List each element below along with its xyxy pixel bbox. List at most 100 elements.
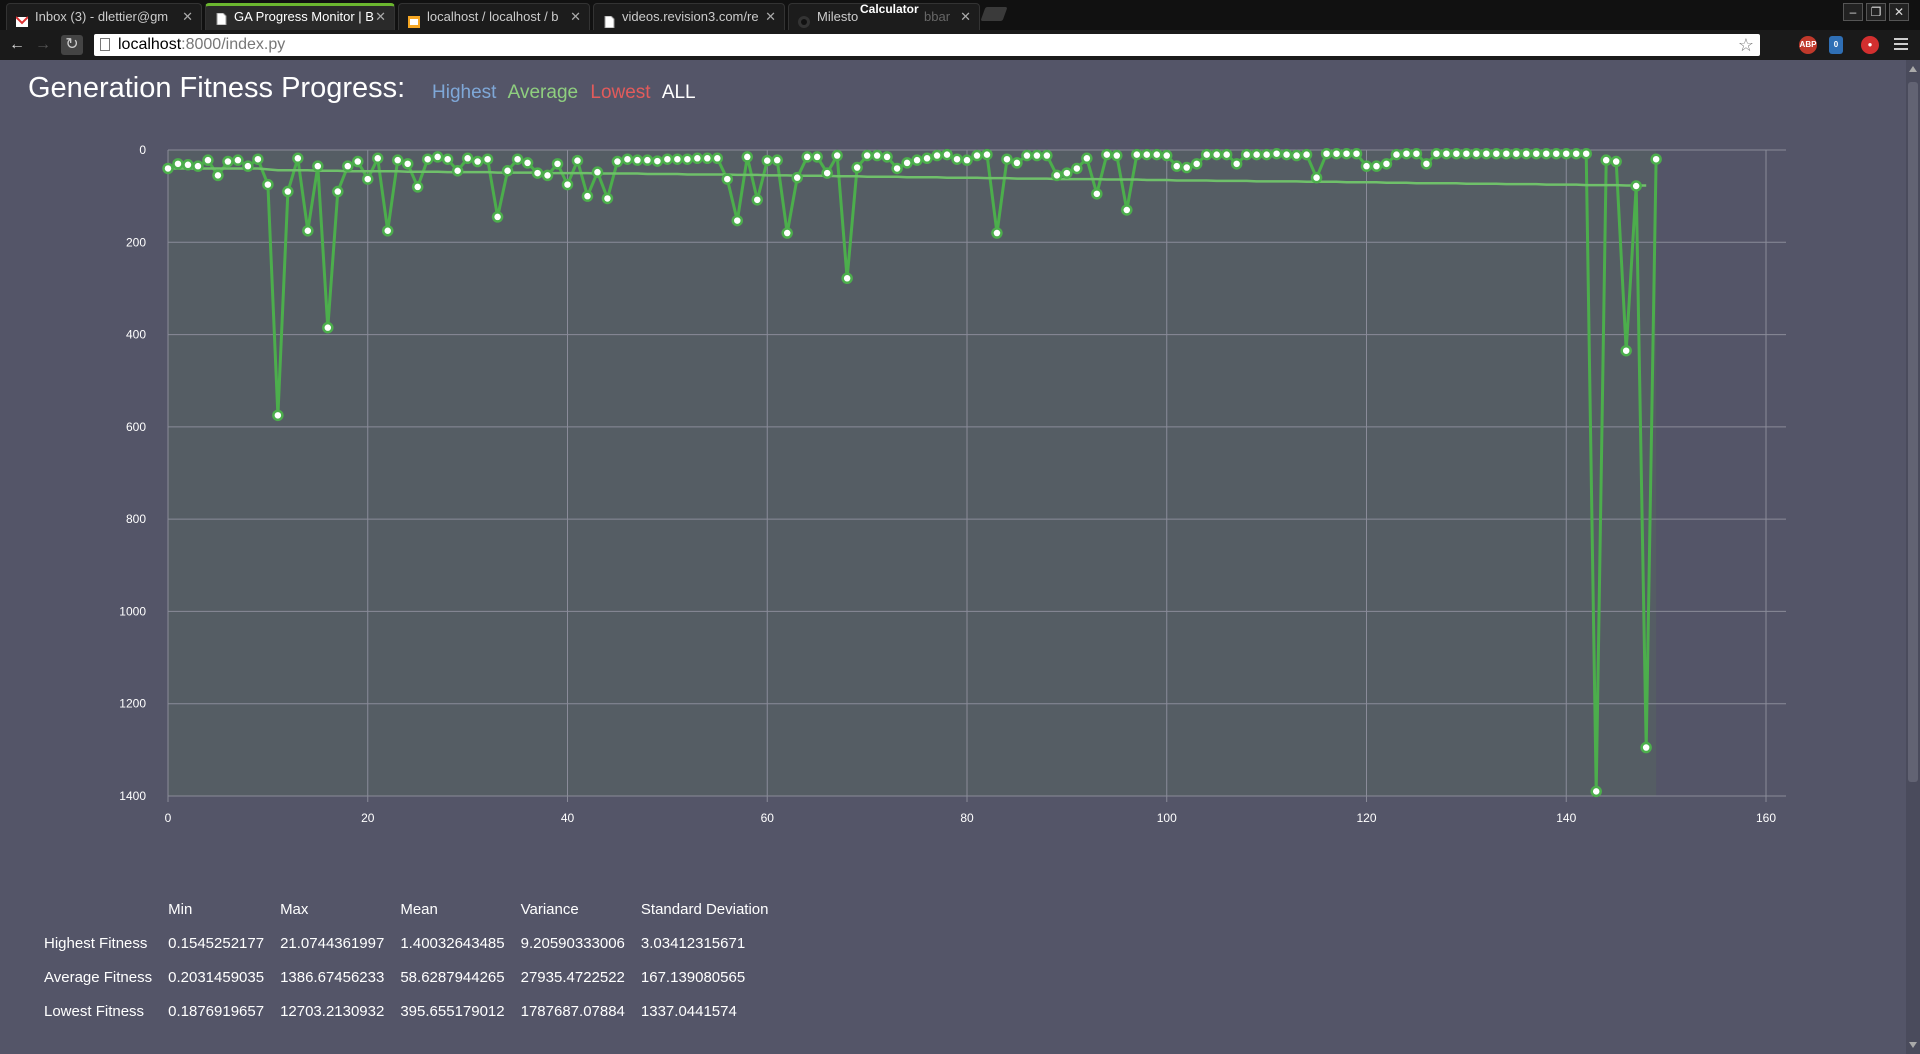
- data-point: [1081, 152, 1093, 165]
- y-tick-label: 600: [126, 420, 146, 434]
- close-icon[interactable]: ✕: [182, 4, 193, 30]
- menu-icon[interactable]: [1894, 36, 1908, 52]
- url-host: localhost: [118, 36, 182, 53]
- cell-std-dev: 1337.0441574: [640, 1002, 737, 1020]
- data-point: [741, 151, 754, 163]
- back-button[interactable]: ←: [6, 35, 28, 55]
- vertical-scrollbar[interactable]: [1906, 60, 1920, 1054]
- data-point: [871, 149, 883, 162]
- page-icon: [603, 11, 615, 29]
- data-point: [1620, 344, 1632, 357]
- data-point: [1320, 147, 1333, 160]
- data-point: [1061, 167, 1073, 179]
- data-point: [1001, 153, 1013, 165]
- page-title: Generation Fitness Progress:: [28, 72, 406, 104]
- tab-inbox[interactable]: Inbox (3) - dlettier@gm ✕: [6, 3, 202, 30]
- y-tick-label: 400: [126, 328, 146, 342]
- data-point: [332, 185, 344, 198]
- data-point: [1041, 149, 1053, 162]
- data-point: [1460, 147, 1473, 160]
- lowest-link[interactable]: Lowest: [590, 82, 650, 103]
- record-extension-icon[interactable]: ●: [1861, 36, 1879, 54]
- x-tick-label: 20: [361, 811, 375, 825]
- new-tab-button[interactable]: [980, 7, 1008, 21]
- data-point: [1161, 149, 1173, 162]
- cell-min: 0.2031459035: [168, 968, 265, 986]
- plot-area: [168, 150, 1657, 796]
- data-point: [1190, 158, 1203, 170]
- data-point: [1210, 148, 1223, 161]
- data-point: [162, 162, 174, 175]
- y-tick-label: 1400: [119, 789, 146, 803]
- data-point: [391, 154, 404, 166]
- data-point: [1290, 149, 1303, 162]
- table-row: Lowest Fitness 0.1876919657 12703.213093…: [38, 994, 779, 1028]
- header-mean: Mean: [400, 900, 438, 918]
- data-point: [551, 158, 564, 170]
- data-point: [991, 227, 1003, 239]
- data-point: [1180, 161, 1193, 174]
- reload-button[interactable]: ↻: [61, 35, 83, 55]
- tab-title: Inbox (3) - dlettier@gm: [35, 9, 169, 24]
- data-point: [252, 153, 264, 165]
- header-min: Min: [168, 900, 193, 918]
- scroll-up-icon[interactable]: [1909, 66, 1917, 72]
- data-point: [1101, 148, 1113, 161]
- close-icon[interactable]: ✕: [765, 4, 776, 30]
- data-point: [182, 159, 194, 171]
- data-point: [1250, 148, 1263, 161]
- table-row: Average Fitness 0.2031459035 1386.674562…: [38, 960, 779, 994]
- minimize-button[interactable]: –: [1843, 3, 1863, 21]
- data-point: [1170, 160, 1183, 172]
- data-point: [1131, 148, 1143, 161]
- cell-variance: 1787687.07884: [520, 1002, 625, 1020]
- data-point: [651, 155, 664, 167]
- page-icon: [215, 10, 227, 26]
- data-point: [1370, 160, 1383, 172]
- data-point: [1220, 148, 1233, 161]
- restore-button[interactable]: ❐: [1866, 3, 1886, 21]
- data-point: [1340, 147, 1353, 160]
- cell-max: 12703.2130932: [280, 1002, 385, 1020]
- data-point: [1350, 147, 1363, 160]
- data-point: [1540, 147, 1553, 160]
- address-bar[interactable]: localhost:8000/index.py ☆: [94, 34, 1760, 56]
- tab-ga-progress[interactable]: GA Progress Monitor | B ✕: [205, 3, 395, 30]
- extension-badge-icon[interactable]: 0: [1829, 36, 1843, 54]
- close-icon[interactable]: ✕: [570, 4, 581, 30]
- data-point: [1111, 149, 1123, 162]
- data-point: [1650, 153, 1662, 165]
- data-point: [1410, 147, 1423, 160]
- highest-link[interactable]: Highest: [432, 82, 496, 103]
- stats-corner-cell: [38, 892, 162, 926]
- data-point: [1520, 147, 1533, 160]
- reload-icon: ↻: [65, 36, 79, 53]
- scroll-down-icon[interactable]: [1909, 1042, 1917, 1048]
- scrollbar-thumb[interactable]: [1908, 82, 1918, 782]
- data-point: [1091, 188, 1103, 200]
- adblock-extension-icon[interactable]: ABP: [1799, 36, 1817, 54]
- average-link[interactable]: Average: [508, 82, 578, 103]
- data-point: [1200, 148, 1213, 161]
- data-point: [451, 165, 464, 177]
- tab-phpmyadmin[interactable]: localhost / localhost / b ✕: [398, 3, 590, 30]
- data-point: [1580, 147, 1592, 160]
- close-icon[interactable]: ✕: [960, 4, 971, 30]
- tab-revision3[interactable]: videos.revision3.com/re ✕: [593, 3, 785, 30]
- data-point: [981, 148, 993, 161]
- all-link[interactable]: ALL: [662, 82, 696, 103]
- close-window-button[interactable]: ✕: [1889, 3, 1909, 21]
- forward-button[interactable]: →: [32, 35, 54, 55]
- github-icon: [798, 11, 810, 28]
- data-point: [691, 152, 704, 165]
- bookmark-star-icon[interactable]: ☆: [1738, 34, 1754, 56]
- close-icon[interactable]: ✕: [375, 6, 386, 28]
- data-point: [561, 178, 574, 191]
- fitness-line-chart: 0 200 400 600 800 1000 1200 1400 0 20 40 60 80 100 120…: [119, 143, 1786, 825]
- data-point: [381, 225, 394, 237]
- data-point: [581, 190, 594, 202]
- url-path: :8000/index.py: [181, 36, 286, 53]
- data-point: [491, 211, 504, 223]
- data-point: [1011, 157, 1023, 169]
- stats-table: Min Max Mean Variance Standard Deviation…: [38, 892, 779, 1028]
